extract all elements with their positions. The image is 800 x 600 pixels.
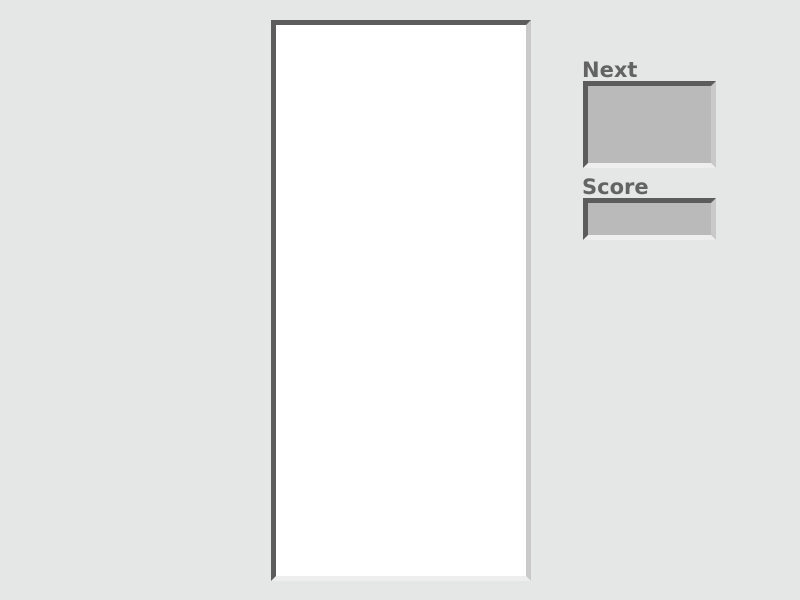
score-label: Score xyxy=(582,175,649,199)
game-board xyxy=(271,20,531,581)
next-label: Next xyxy=(582,58,638,82)
game-screen: Next Score xyxy=(0,0,800,600)
next-piece-preview xyxy=(583,81,716,168)
score-display xyxy=(583,198,716,240)
score-value xyxy=(588,203,711,235)
